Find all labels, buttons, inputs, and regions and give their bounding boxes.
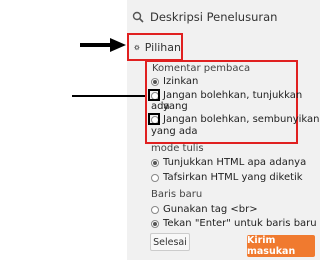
search-icon: [132, 11, 144, 23]
compose-show-html-label: Tunjukkan HTML apa adanya: [163, 157, 307, 168]
line-break-enter-radio[interactable]: [151, 220, 159, 228]
pointer-line: [72, 95, 146, 97]
search-description-item[interactable]: Deskripsi Penelusuran: [132, 4, 277, 30]
comments-allow-label: Izinkan: [163, 76, 199, 87]
options-label: Pilihan: [144, 40, 181, 54]
options-item[interactable]: Pilihan: [127, 33, 183, 61]
line-break-br-label: Gunakan tag <br>: [163, 204, 258, 215]
comments-hide-hide-existing-label-2: yang ada: [151, 126, 198, 137]
search-description-label: Deskripsi Penelusuran: [150, 10, 278, 24]
comments-allow-radio[interactable]: [151, 78, 159, 86]
compose-show-html-radio[interactable]: [151, 159, 159, 167]
annotation-box: [148, 89, 160, 101]
annotation-box: [148, 113, 160, 125]
compose-interpret-html-radio[interactable]: [151, 174, 159, 182]
comments-hide-show-existing-label-2: ada: [151, 101, 170, 112]
send-feedback-button[interactable]: Kirim masukan: [247, 235, 315, 257]
compose-interpret-html-label: Tafsirkan HTML yang diketik: [163, 172, 303, 183]
line-break-br-radio[interactable]: [151, 206, 159, 214]
pointer-arrow-icon: [80, 38, 126, 52]
line-break-enter-label: Tekan "Enter" untuk baris baru: [163, 218, 317, 229]
comments-hide-hide-existing-label-1: Jangan bolehkan, sembunyikan: [163, 114, 320, 125]
compose-mode-section-label: mode tulis: [151, 143, 204, 154]
gear-icon: [134, 44, 140, 50]
comments-section-label: Komentar pembaca: [152, 63, 251, 74]
line-break-section-label: Baris baru: [151, 189, 203, 200]
done-button[interactable]: Selesai: [150, 233, 190, 251]
comments-hide-show-existing-label-1: Jangan bolehkan, tunjukkan yang: [163, 90, 303, 112]
